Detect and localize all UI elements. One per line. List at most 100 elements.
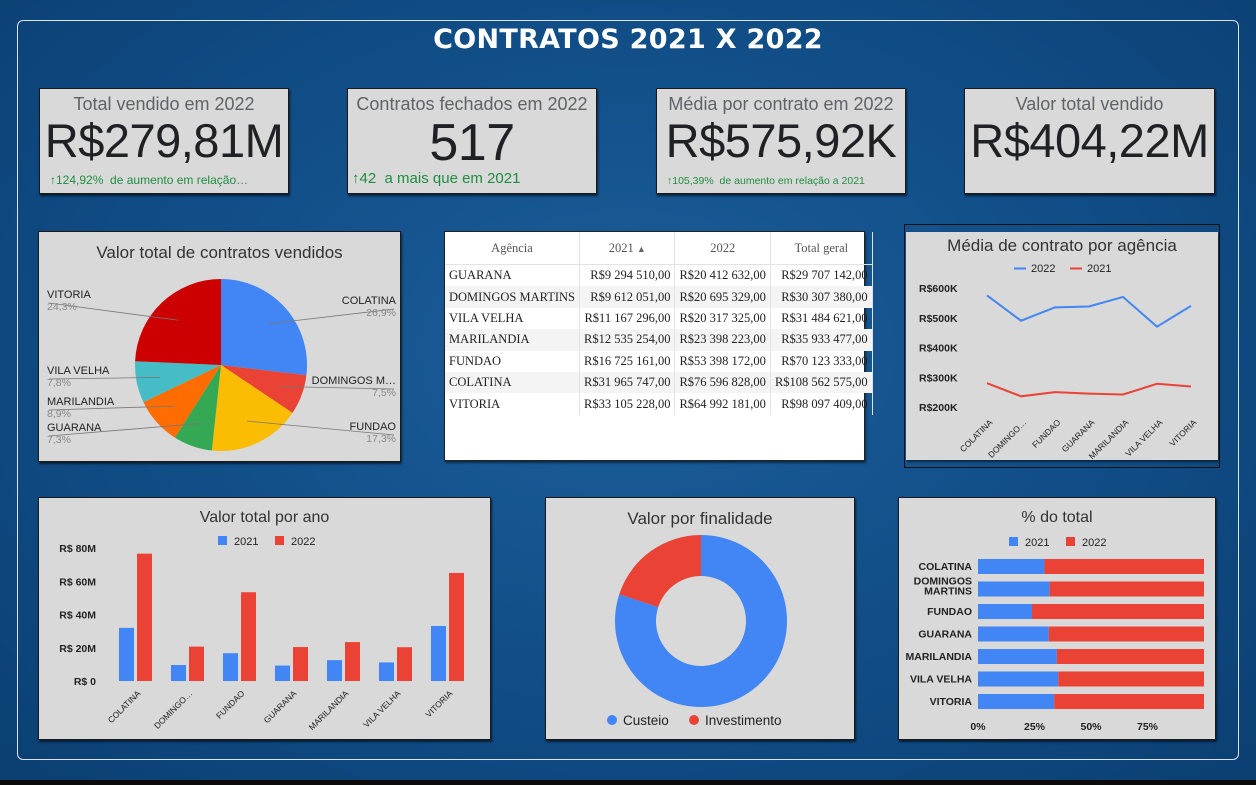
kpi-delta: ↑42 a mais que em 2021 — [352, 170, 520, 187]
y-tick-label: R$300K — [919, 372, 958, 384]
bar-2022 — [345, 642, 360, 681]
pie-pct: 8,9% — [47, 408, 71, 420]
agency-table[interactable]: Agência 2021 ▲ 2022 Total geral GUARANA R… — [444, 231, 873, 461]
cell-agencia: DOMINGOS MARTINS — [445, 286, 580, 308]
pie-slice-colatina — [221, 279, 307, 376]
cell-value: R$64 992 181,00 — [674, 393, 771, 415]
legend-label: Custeio — [623, 713, 669, 728]
pie-pct: 24,3% — [47, 301, 77, 313]
table-row[interactable]: FUNDAO R$16 725 161,00 R$53 398 172,00 R$70… — [445, 350, 873, 372]
kpi-delta: ↑124,92% de aumento em relação… — [50, 173, 282, 187]
cell-agencia: FUNDAO — [445, 350, 580, 372]
y-category-label: VITORIA — [930, 696, 973, 708]
col-header-2021-label: 2021 — [608, 240, 634, 255]
pct-bar-2021 — [978, 581, 1050, 597]
y-category-label: COLATINA — [919, 561, 973, 573]
col-header-agencia[interactable]: Agência — [445, 232, 580, 265]
x-tick-label: 25% — [1024, 721, 1046, 733]
y-tick-label: R$ 80M — [59, 543, 96, 555]
cell-value: R$23 398 223,00 — [674, 329, 771, 351]
table-row[interactable]: GUARANA R$9 294 510,00 R$20 412 632,00 R$29… — [445, 264, 873, 287]
cell-value: R$33 105 228,00 — [579, 393, 676, 415]
bar-2021 — [327, 660, 342, 681]
pie-slice-vitoria — [135, 279, 221, 365]
bar-chart-card[interactable]: Valor total por ano 2021 2022 R$ 0 R$ 20M R$… — [38, 497, 491, 740]
pie-chart-card[interactable]: Valor total de contratos vendidos COLATI… — [38, 231, 401, 462]
y-tick-label: R$ 40M — [59, 610, 96, 622]
cell-value: R$16 725 161,00 — [579, 350, 676, 372]
y-tick-label: R$600K — [919, 283, 958, 295]
kpi-valor-total[interactable]: Valor total vendido R$404,22M — [964, 88, 1215, 194]
kpi-total-vendido-2022[interactable]: Total vendido em 2022 R$279,81M ↑124,92%… — [39, 88, 289, 194]
y-category-label: GUARANA — [918, 629, 972, 641]
pct-bar-2022 — [1048, 626, 1204, 642]
kpi-contratos-fechados[interactable]: Contratos fechados em 2022 517 ↑42 a mai… — [347, 88, 597, 194]
bar-2022 — [293, 647, 308, 681]
pie-label: VITORIA — [47, 289, 91, 301]
sort-asc-icon[interactable]: ▲ — [637, 244, 646, 254]
kpi-label: Total vendido em 2022 — [73, 94, 255, 114]
pie-pct: 26,9% — [366, 307, 396, 319]
pct-bar-2022 — [1058, 671, 1204, 687]
table-row[interactable]: DOMINGOS MARTINS R$9 612 051,00 R$20 695 3… — [445, 286, 873, 308]
cell-value: R$12 535 254,00 — [579, 329, 676, 351]
y-tick-label: R$400K — [919, 343, 958, 355]
kpi-label: Valor total vendido — [1015, 94, 1164, 114]
agency-table-grid: Agência 2021 ▲ 2022 Total geral GUARANA R… — [445, 232, 873, 415]
table-row[interactable]: VILA VELHA R$11 167 296,00 R$20 317 325,00… — [445, 307, 873, 330]
col-header-2022[interactable]: 2022 — [674, 232, 771, 265]
cell-value: R$20 317 325,00 — [674, 307, 771, 330]
x-tick-label: FUNDAO — [1030, 417, 1063, 450]
bar-2022 — [241, 592, 256, 681]
kpi-label: Contratos fechados em 2022 — [356, 94, 588, 114]
kpi-delta-text: de aumento em relação… — [110, 173, 249, 187]
bar-2021 — [275, 665, 290, 681]
pie-pct: 7,8% — [47, 377, 71, 389]
table-header-row: Agência 2021 ▲ 2022 Total geral — [445, 232, 873, 265]
donut-slice-investimento — [619, 535, 701, 608]
pct-bar-2022 — [1049, 581, 1204, 597]
cell-value: R$70 123 333,00 — [770, 350, 873, 372]
pie-label: FUNDAO — [350, 421, 397, 433]
legend-swatch-2021 — [1009, 537, 1018, 546]
x-tick-label: VITORIA — [423, 688, 454, 719]
y-tick-label: R$ 60M — [59, 576, 96, 588]
x-tick-label: 75% — [1137, 721, 1159, 733]
col-header-2021[interactable]: 2021 ▲ — [579, 232, 676, 265]
bar-2022 — [397, 647, 412, 681]
cell-value: R$30 307 380,00 — [770, 286, 873, 308]
y-category-label: FUNDAO — [927, 606, 972, 618]
bottom-bar — [0, 780, 1256, 785]
pct-bar-2022 — [1056, 649, 1204, 664]
cell-agencia: VITORIA — [445, 393, 580, 415]
x-tick-label: VILA VELHA — [361, 688, 402, 729]
legend-label: 2021 — [1087, 263, 1111, 275]
kpi-delta-text: a mais que em 2021 — [384, 170, 521, 187]
cell-value: R$11 167 296,00 — [579, 307, 676, 330]
x-tick-label: FUNDAO — [214, 688, 247, 721]
pie-label: DOMINGOS M… — [312, 375, 396, 387]
legend-label: Investimento — [705, 713, 782, 728]
pct-bar-2021 — [978, 671, 1059, 687]
table-row[interactable]: VITORIA R$33 105 228,00 R$64 992 181,00 R$9… — [445, 393, 873, 415]
table-row[interactable]: MARILANDIA R$12 535 254,00 R$23 398 223,00… — [445, 329, 873, 351]
kpi-delta-value: 124,92% — [56, 173, 104, 187]
x-tick-label: DOMINGO… — [152, 688, 194, 730]
legend-label: 2022 — [291, 536, 315, 548]
pct-bar-2022 — [1054, 694, 1204, 709]
x-tick-label: VILA VELHA — [1123, 417, 1164, 458]
donut-chart-card[interactable]: Valor por finalidade Custeio Investimento — [545, 497, 855, 740]
pie-label: COLATINA — [342, 295, 397, 307]
kpi-media-contrato[interactable]: Média por contrato em 2022 R$575,92K ↑10… — [656, 88, 906, 194]
legend-dot-custeio — [607, 715, 617, 725]
cell-agencia: GUARANA — [445, 264, 580, 287]
percent-chart-card[interactable]: % do total 2021 2022 COLATINA DOMINGOS MARTI… — [898, 497, 1216, 740]
cell-agencia: MARILANDIA — [445, 329, 580, 351]
cell-agencia: COLATINA — [445, 371, 580, 394]
y-tick-label: R$ 0 — [74, 676, 96, 688]
col-header-total[interactable]: Total geral — [770, 232, 873, 265]
bar-2021 — [379, 662, 394, 681]
line-chart-card[interactable]: Média de contrato por agência 2022 2021 R$… — [904, 224, 1220, 468]
pie-chart: COLATINA26,9% DOMINGOS M…7,5% FUNDAO17,3% G… — [47, 279, 397, 451]
table-row[interactable]: COLATINA R$31 965 747,00 R$76 596 828,00 R$… — [445, 371, 873, 394]
